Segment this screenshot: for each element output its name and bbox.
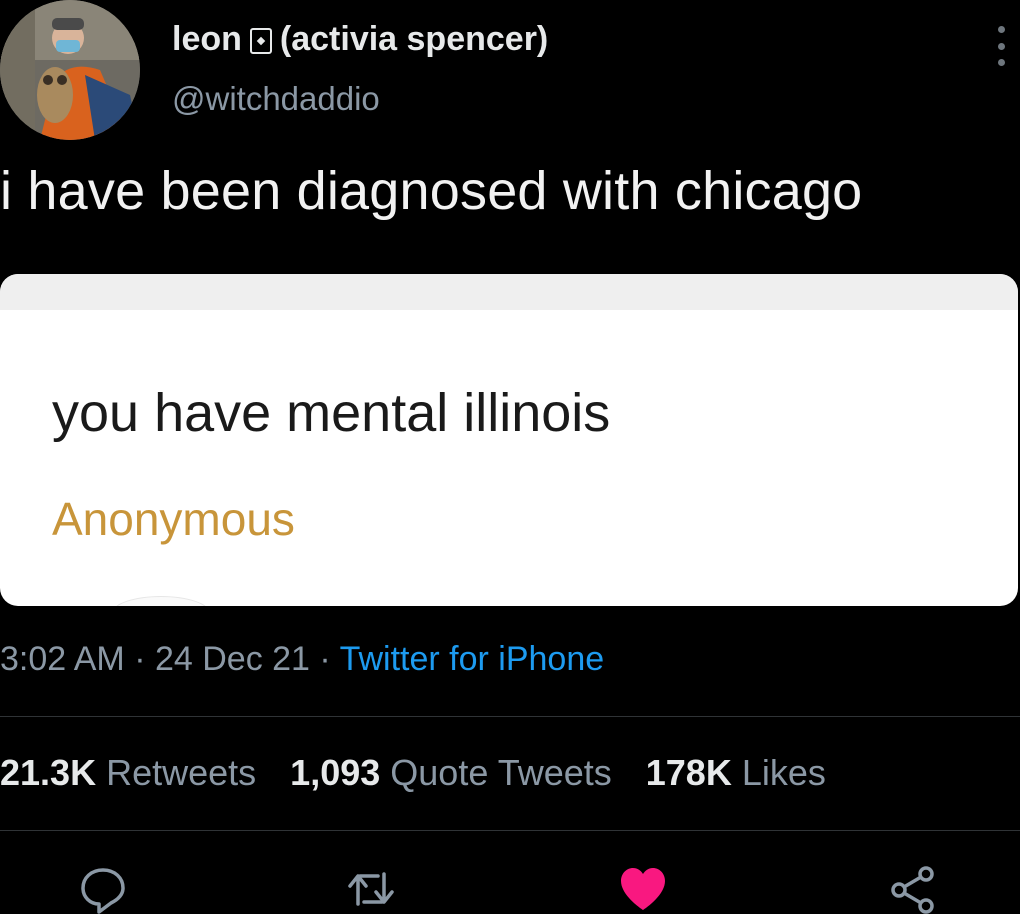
tweet-time: 3:02 AM [0, 640, 125, 678]
divider [0, 716, 1020, 717]
tweet-stats: 21.3K Retweets 1,093 Quote Tweets 178K L… [0, 752, 826, 794]
user-handle[interactable]: @witchdaddio [172, 80, 380, 118]
retweets-stat[interactable]: 21.3K Retweets [0, 752, 256, 794]
meta-separator: · [124, 640, 155, 678]
retweets-label: Retweets [106, 752, 257, 793]
tweet-meta: 3:02 AM · 24 Dec 21 · Twitter for iPhone [0, 640, 604, 679]
card-decoration [112, 596, 210, 606]
tweet-detail-page: leon (activia spencer) @witchdaddio i ha… [0, 0, 1020, 914]
tweet-source-link[interactable]: Twitter for iPhone [340, 640, 605, 678]
retweets-count: 21.3K [0, 752, 97, 793]
tweet-text: i have been diagnosed with chicago [0, 161, 863, 221]
tweet-date: 24 Dec 21 [154, 640, 310, 678]
avatar[interactable] [0, 0, 140, 140]
more-dot [997, 26, 1005, 33]
likes-count: 178K [645, 752, 732, 793]
card-top-strip [0, 274, 1018, 310]
display-name-text: leon [172, 20, 242, 58]
quotes-stat[interactable]: 1,093 Quote Tweets [290, 752, 612, 794]
media-card[interactable]: you have mental illinois Anonymous [0, 274, 1018, 606]
share-icon[interactable] [888, 864, 938, 914]
likes-stat[interactable]: 178K Likes [646, 752, 826, 794]
quotes-count: 1,093 [290, 752, 381, 793]
more-dot [997, 59, 1005, 66]
display-name-suffix: (activia spencer) [279, 20, 549, 58]
divider [0, 830, 1020, 831]
reply-icon[interactable] [78, 864, 128, 914]
more-icon[interactable] [996, 26, 1006, 66]
like-icon[interactable] [618, 864, 668, 914]
quotes-label: Quote Tweets [390, 752, 612, 793]
display-name[interactable]: leon (activia spencer) [172, 20, 548, 59]
meta-separator: · [309, 640, 340, 678]
likes-label: Likes [741, 752, 826, 793]
card-question: you have mental illinois [52, 383, 611, 443]
card-from: Anonymous [52, 493, 295, 545]
retweet-icon[interactable] [346, 864, 396, 914]
more-dot [997, 42, 1005, 50]
id-card-icon [249, 27, 272, 54]
